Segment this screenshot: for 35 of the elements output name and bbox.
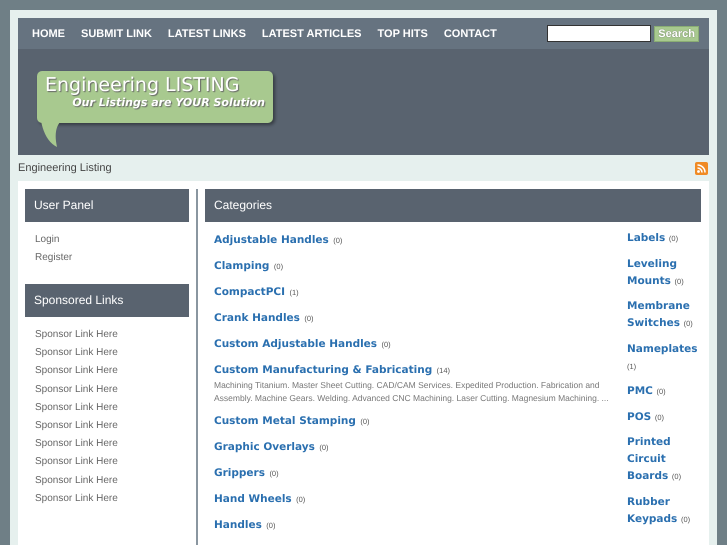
sponsor-link[interactable]: Sponsor Link Here [35, 384, 179, 396]
nav-link[interactable]: HOME [32, 28, 65, 40]
category-description: Machining Titanium. Master Sheet Cutting. CAD/CAM Services. Expedited Production. Fabrication and Assembly. Machine Gears. Welding. Advanced CNC Machining. Laser Cutting. Magnesium Machining. ... [214, 379, 610, 404]
sponsor-link[interactable]: Sponsor Link Here [35, 402, 179, 414]
nav-link[interactable]: LATEST LINKS [168, 28, 246, 40]
category-link[interactable]: Graphic Overlays [214, 441, 315, 453]
sponsor-link[interactable]: Sponsor Link Here [35, 365, 179, 378]
category-link[interactable]: Grippers [214, 467, 265, 479]
category-link[interactable]: Custom Adjustable Handles [214, 338, 378, 350]
search-field[interactable] [547, 25, 652, 42]
sponsor-link[interactable]: Sponsor Link Here [35, 438, 179, 450]
nav-link[interactable]: CONTACT [444, 28, 497, 40]
sponsor-link[interactable]: Sponsor Link Here [35, 329, 179, 341]
category-link[interactable]: CompactPCI [214, 286, 286, 298]
panel-header: Sponsored Links [25, 284, 189, 317]
nav-link[interactable]: TOP HITS [378, 28, 428, 40]
sponsor-link[interactable]: Sponsor Link Here [35, 492, 179, 505]
breadcrumb: Engineering Listing [18, 162, 112, 174]
sponsor-link[interactable]: Sponsor Link Here [35, 456, 179, 468]
category-link[interactable]: Adjustable Handles [214, 234, 329, 246]
panel-header: Categories [205, 189, 701, 222]
sponsor-link[interactable]: Sponsor Link Here [35, 474, 179, 486]
category-link[interactable]: Crank Handles [214, 312, 300, 324]
nav-link[interactable]: LATEST ARTICLES [262, 28, 362, 40]
sponsor-link[interactable]: Sponsor Link Here [35, 420, 179, 432]
category-link[interactable]: Hand Wheels [214, 493, 292, 505]
category-link[interactable]: Custom Manufacturing & Fabricating [214, 364, 432, 376]
sponsor-link[interactable]: Sponsor Link Here [35, 347, 179, 360]
panel-header: User Panel [25, 189, 189, 222]
user-panel-link[interactable]: Register [35, 252, 179, 264]
category-link[interactable]: Clamping [214, 260, 270, 272]
nav-link[interactable]: SUBMIT LINK [81, 28, 152, 40]
category-link[interactable]: Custom Metal Stamping [214, 415, 356, 427]
user-panel-link[interactable]: Login [35, 234, 179, 246]
category-link[interactable]: Handles [214, 519, 262, 531]
